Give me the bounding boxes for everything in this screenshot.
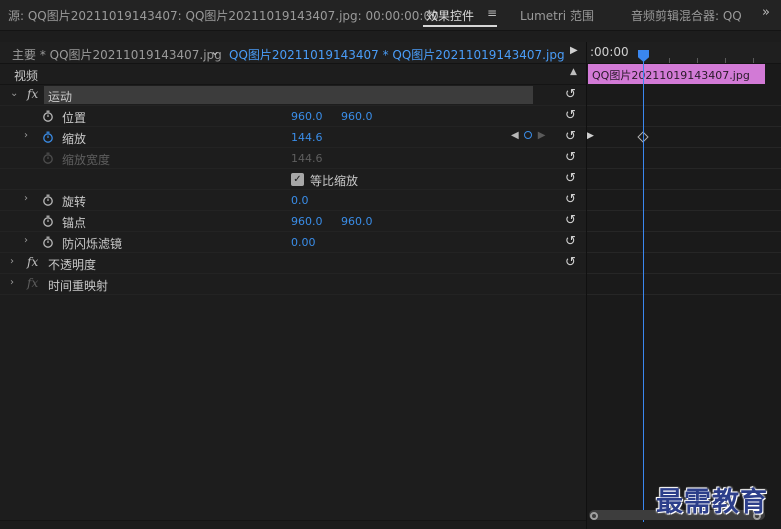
row-divider xyxy=(587,294,781,295)
effect-row-opacity[interactable]: › fx 不透明度 ↺ xyxy=(0,253,586,274)
reset-icon[interactable]: ↺ xyxy=(565,192,576,207)
row-divider xyxy=(587,105,781,106)
scale-width-value: 144.6 xyxy=(291,152,323,165)
stopwatch-icon[interactable] xyxy=(42,215,54,227)
playhead-line[interactable] xyxy=(643,54,644,522)
property-row-position: 位置 960.0 960.0 ↺ xyxy=(0,106,586,127)
effect-name-opacity: 不透明度 xyxy=(48,258,97,272)
timeline-clip[interactable]: QQ图片20211019143407.jpg xyxy=(588,64,765,84)
ruler-tick xyxy=(753,58,754,63)
position-x-value[interactable]: 960.0 xyxy=(291,110,323,123)
effect-name-time-remapping: 时间重映射 xyxy=(48,279,109,293)
ruler-tick xyxy=(669,58,670,63)
row-divider xyxy=(587,168,781,169)
watermark-logo: 最需教育 xyxy=(656,487,768,518)
chevron-down-icon[interactable]: ⌄ xyxy=(210,44,220,58)
property-label-rotation: 旋转 xyxy=(62,195,87,209)
panel-tab-bar: 源: QQ图片20211019143407: QQ图片2021101914340… xyxy=(0,0,781,31)
property-row-anchor-point: 锚点 960.0 960.0 ↺ xyxy=(0,211,586,232)
reset-icon[interactable]: ↺ xyxy=(565,255,576,270)
tab-effect-controls[interactable]: 效果控件 xyxy=(426,7,474,24)
property-label-scale-width: 缩放宽度 xyxy=(62,153,111,167)
reset-icon[interactable]: ↺ xyxy=(565,150,576,165)
tab-source-monitor[interactable]: 源: QQ图片20211019143407: QQ图片2021101914340… xyxy=(8,7,439,24)
reset-icon[interactable]: ↺ xyxy=(565,87,576,102)
row-divider xyxy=(587,189,781,190)
chevron-right-icon[interactable]: › xyxy=(24,130,28,141)
row-divider xyxy=(587,210,781,211)
effect-name-motion: 运动 xyxy=(48,90,73,104)
motion-selection-bar xyxy=(44,86,533,104)
position-y-value[interactable]: 960.0 xyxy=(341,110,373,123)
add-keyframe-icon[interactable] xyxy=(523,131,532,139)
property-label-antiflicker: 防闪烁滤镜 xyxy=(62,237,123,251)
effect-controls-panel: 视频 ▲ ⌄ fx 运动 ↺ 位置 960.0 960.0 ↺ › 缩放 144… xyxy=(0,64,586,529)
time-ruler[interactable]: :00:00 xyxy=(587,42,781,64)
prev-keyframe-icon[interactable]: ◀ xyxy=(511,130,519,141)
reset-icon[interactable]: ↺ xyxy=(565,129,576,144)
active-tab-underline xyxy=(423,25,497,27)
stopwatch-icon[interactable] xyxy=(42,194,54,206)
effect-timeline-pane: :00:00 QQ图片20211019143407.jpg ▶ xyxy=(587,42,781,529)
tab-overflow-icon[interactable]: » xyxy=(762,5,770,20)
antiflicker-value[interactable]: 0.00 xyxy=(291,236,316,249)
fx-icon: fx xyxy=(27,276,39,290)
ruler-tick xyxy=(697,58,698,63)
play-icon[interactable]: ▶ xyxy=(570,45,578,56)
clip-selector-bar: 主要 * QQ图片20211019143407.jpg ⌄ QQ图片202110… xyxy=(0,42,586,64)
stopwatch-active-icon[interactable] xyxy=(42,131,54,143)
anchor-x-value[interactable]: 960.0 xyxy=(291,215,323,228)
chevron-right-icon[interactable]: › xyxy=(24,235,28,246)
property-row-scale-width: 缩放宽度 144.6 ↺ xyxy=(0,148,586,169)
scrollbar-left-handle[interactable] xyxy=(590,512,598,520)
reset-icon[interactable]: ↺ xyxy=(565,213,576,228)
stopwatch-disabled-icon xyxy=(43,152,53,164)
video-section-label: 视频 xyxy=(14,69,39,83)
bottom-status-strip xyxy=(0,520,586,529)
property-row-rotation: › 旋转 0.0 ↺ xyxy=(0,190,586,211)
row-divider xyxy=(587,147,781,148)
keyframe-navigator: ◀ ▶ xyxy=(511,130,545,141)
stopwatch-icon[interactable] xyxy=(42,236,54,248)
ruler-tick xyxy=(725,58,726,63)
property-label-scale: 缩放 xyxy=(62,132,87,146)
next-keyframe-icon[interactable]: ▶ xyxy=(538,130,546,141)
tab-lumetri-scopes[interactable]: Lumetri 范围 xyxy=(520,7,594,24)
row-divider xyxy=(587,126,781,127)
video-section-header: 视频 ▲ xyxy=(0,64,586,85)
panel-menu-icon[interactable]: ≡ xyxy=(487,6,497,20)
property-row-uniform-scale: ✓ 等比缩放 ↺ xyxy=(0,169,586,190)
reset-icon[interactable]: ↺ xyxy=(565,234,576,249)
row-divider xyxy=(587,252,781,253)
tab-audio-clip-mixer[interactable]: 音频剪辑混合器: QQ xyxy=(631,7,743,24)
scale-value[interactable]: 144.6 xyxy=(291,131,323,144)
effect-row-time-remapping[interactable]: › fx 时间重映射 xyxy=(0,274,586,295)
property-label-position: 位置 xyxy=(62,111,87,125)
ruler-timecode: :00:00 xyxy=(590,45,629,59)
chevron-right-icon[interactable]: › xyxy=(24,193,28,204)
fx-icon[interactable]: fx xyxy=(27,255,38,269)
collapse-up-icon[interactable]: ▲ xyxy=(570,67,577,77)
chevron-down-icon[interactable]: ⌄ xyxy=(10,88,18,99)
stopwatch-icon[interactable] xyxy=(42,110,54,122)
row-divider xyxy=(587,273,781,274)
property-label-anchor-point: 锚点 xyxy=(62,216,87,230)
keyframe-arrow-icon[interactable]: ▶ xyxy=(587,131,594,141)
rotation-value[interactable]: 0.0 xyxy=(291,194,309,207)
anchor-y-value[interactable]: 960.0 xyxy=(341,215,373,228)
master-clip-label[interactable]: 主要 * QQ图片20211019143407.jpg xyxy=(12,46,222,63)
row-divider xyxy=(587,231,781,232)
uniform-scale-label: 等比缩放 xyxy=(310,174,359,188)
property-row-scale: › 缩放 144.6 ◀ ▶ ↺ xyxy=(0,127,586,148)
fx-icon[interactable]: fx xyxy=(27,87,38,101)
chevron-right-icon[interactable]: › xyxy=(10,256,14,267)
uniform-scale-checkbox[interactable]: ✓ xyxy=(291,173,304,186)
reset-icon[interactable]: ↺ xyxy=(565,108,576,123)
reset-icon[interactable]: ↺ xyxy=(565,171,576,186)
property-row-antiflicker: › 防闪烁滤镜 0.00 ↺ xyxy=(0,232,586,253)
sequence-clip-label[interactable]: QQ图片20211019143407 * QQ图片20211019143407.… xyxy=(229,46,565,63)
chevron-right-icon[interactable]: › xyxy=(10,277,14,288)
effect-row-motion[interactable]: ⌄ fx 运动 ↺ xyxy=(0,85,586,106)
